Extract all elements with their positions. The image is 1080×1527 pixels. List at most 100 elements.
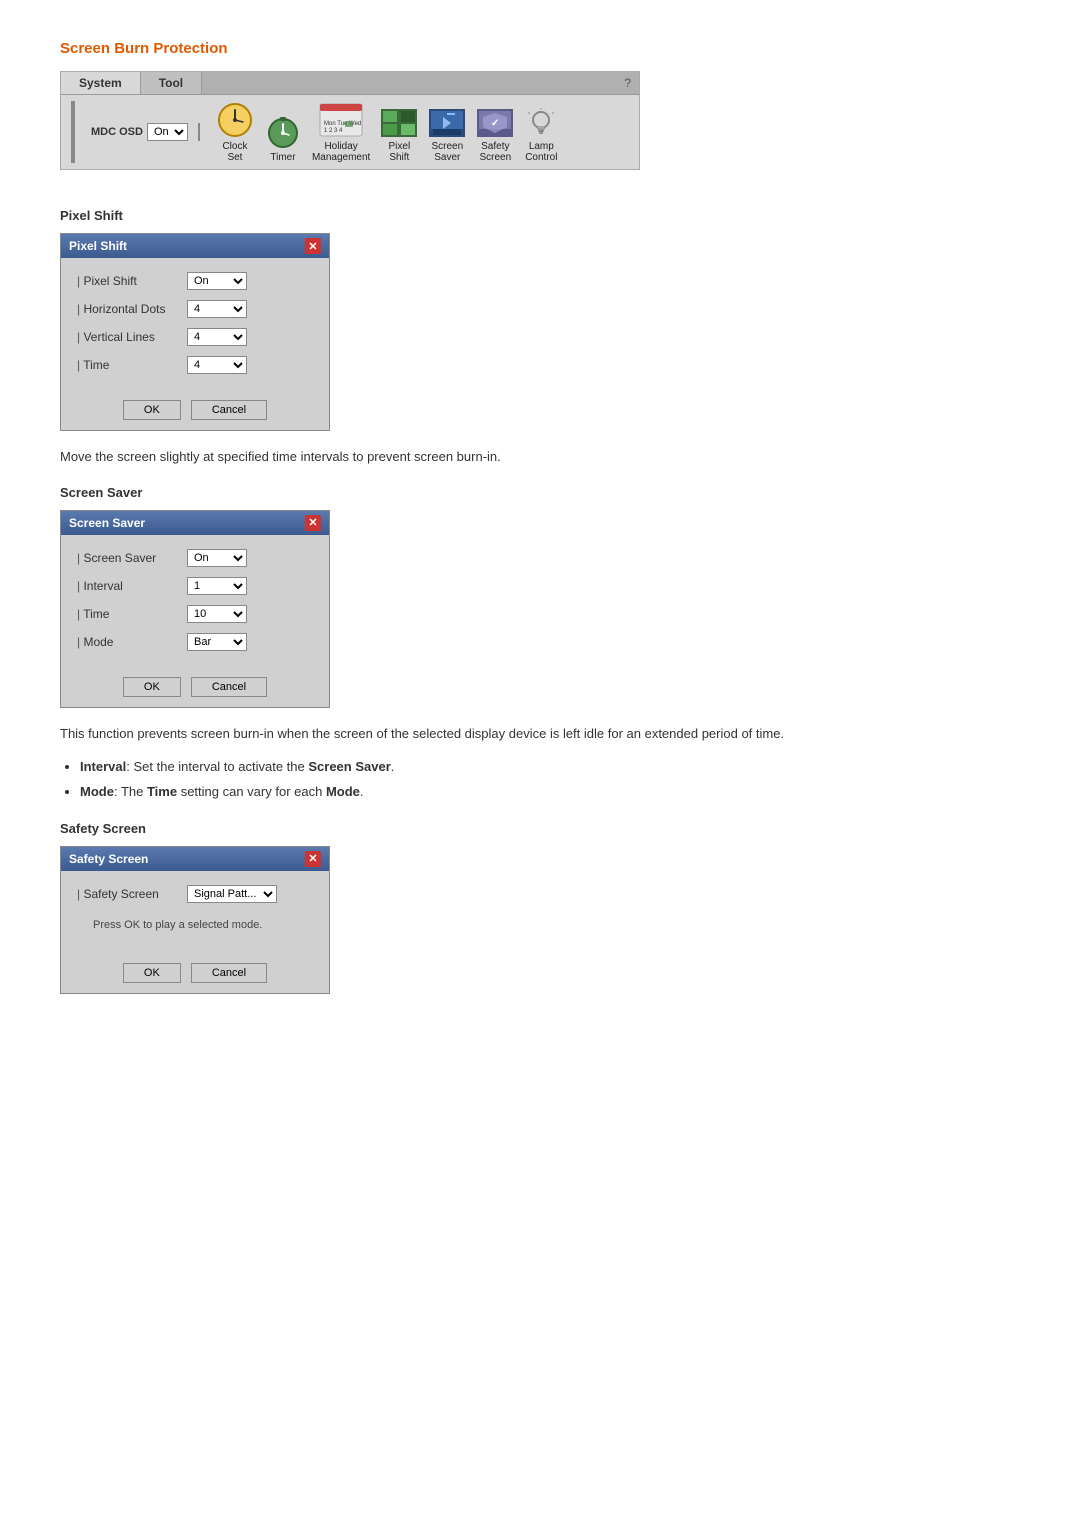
- pixel-shift-row-1: Horizontal Dots 4123: [77, 300, 313, 318]
- pixel-shift-select-2[interactable]: 4123: [187, 328, 247, 346]
- screen-saver-dialog-title: Screen Saver: [69, 516, 145, 530]
- pixel-shift-label-1: Horizontal Dots: [77, 302, 187, 316]
- screen-saver-bullet-0: Interval: Set the interval to activate t…: [80, 757, 1020, 778]
- toolbar-icon-safety-screen[interactable]: ✓ SafetyScreen: [476, 107, 514, 163]
- pixel-shift-dialog: Pixel Shift ✕ Pixel Shift OnOff Horizont…: [60, 233, 330, 431]
- mdc-osd-select[interactable]: On Off: [147, 123, 188, 141]
- svg-text:✓: ✓: [491, 118, 499, 129]
- safety-screen-label: SafetyScreen: [479, 141, 511, 163]
- screen-saver-label-0: Screen Saver: [77, 551, 187, 565]
- safety-screen-dialog-footer: OK Cancel: [61, 957, 329, 993]
- screen-saver-row-0: Screen Saver OnOff: [77, 549, 313, 567]
- toolbar-left-border: [71, 101, 75, 163]
- screen-saver-close-button[interactable]: ✕: [305, 515, 321, 531]
- bullet-1-bold: Time: [147, 784, 177, 799]
- screen-saver-cancel-button[interactable]: Cancel: [191, 677, 267, 697]
- pixel-shift-dialog-titlebar: Pixel Shift ✕: [61, 234, 329, 258]
- mdc-osd-label: MDC OSD: [91, 126, 143, 138]
- screen-saver-row-3: Mode BarEraserPixel: [77, 633, 313, 651]
- pixel-shift-row-3: Time 4123: [77, 356, 313, 374]
- screen-saver-dialog-titlebar: Screen Saver ✕: [61, 511, 329, 535]
- screen-saver-select-3[interactable]: BarEraserPixel: [187, 633, 247, 651]
- holiday-label: HolidayManagement: [312, 141, 370, 163]
- toolbar-icon-pixel-shift[interactable]: PixelShift: [380, 107, 418, 163]
- pixel-shift-label-3: Time: [77, 358, 187, 372]
- safety-screen-dialog: Safety Screen ✕ Safety Screen Signal Pat…: [60, 846, 330, 994]
- clock-set-label: ClockSet: [222, 141, 247, 163]
- pixel-shift-select-3[interactable]: 4123: [187, 356, 247, 374]
- timer-label: Timer: [270, 152, 295, 163]
- pixel-shift-description: Move the screen slightly at specified ti…: [60, 447, 1020, 467]
- screen-saver-row-2: Time 1051520: [77, 605, 313, 623]
- bullet-0-label: Interval: [80, 759, 126, 774]
- timer-icon: [264, 112, 302, 150]
- screen-saver-select-2[interactable]: 1051520: [187, 605, 247, 623]
- safety-screen-ok-button[interactable]: OK: [123, 963, 181, 983]
- toolbar-icon-clock-set[interactable]: ClockSet: [216, 101, 254, 163]
- toolbar-icon-screen-saver[interactable]: ScreenSaver: [428, 107, 466, 163]
- toolbar-panel: System Tool ? MDC OSD On Off: [60, 71, 640, 170]
- safety-screen-select-0[interactable]: Signal Patt... Scroll Pixel Bar: [187, 885, 277, 903]
- pixel-shift-ok-button[interactable]: OK: [123, 400, 181, 420]
- toolbar-icon-timer[interactable]: Timer: [264, 112, 302, 163]
- toolbar-body: MDC OSD On Off ClockSet: [61, 95, 639, 169]
- mdc-osd-group: MDC OSD On Off: [91, 123, 200, 141]
- toolbar-icon-holiday[interactable]: Mon Tue Wed 1 2 3 4 HolidayManagement: [312, 101, 370, 163]
- pixel-shift-close-button[interactable]: ✕: [305, 238, 321, 254]
- bullet-1-label: Mode: [80, 784, 114, 799]
- screen-saver-select-1[interactable]: 123: [187, 577, 247, 595]
- safety-screen-cancel-button[interactable]: Cancel: [191, 963, 267, 983]
- pixel-shift-row-2: Vertical Lines 4123: [77, 328, 313, 346]
- svg-text:Mon Tue Wed: Mon Tue Wed: [324, 121, 361, 127]
- pixel-shift-icon: [380, 107, 418, 139]
- toolbar-tabs-bar: System Tool ?: [61, 72, 639, 95]
- bullet-0-colon: : Set the interval to activate the: [126, 759, 308, 774]
- safety-screen-note: Press OK to play a selected mode.: [77, 919, 313, 941]
- pixel-shift-label-2: Vertical Lines: [77, 330, 187, 344]
- tab-tool[interactable]: Tool: [141, 72, 202, 94]
- tab-system[interactable]: System: [61, 72, 141, 94]
- bullet-1-bold2: Mode: [326, 784, 360, 799]
- safety-screen-close-button[interactable]: ✕: [305, 851, 321, 867]
- screen-saver-row-1: Interval 123: [77, 577, 313, 595]
- screen-saver-label-2: Time: [77, 607, 187, 621]
- safety-screen-label-0: Safety Screen: [77, 887, 187, 901]
- toolbar-icon-lamp-control[interactable]: LampControl: [524, 107, 558, 163]
- bullet-1-colon: : The: [114, 784, 147, 799]
- screen-saver-label-3: Mode: [77, 635, 187, 649]
- bullet-1-rest2: .: [360, 784, 364, 799]
- safety-screen-icon: ✓: [476, 107, 514, 139]
- pixel-shift-dialog-footer: OK Cancel: [61, 394, 329, 430]
- page-title: Screen Burn Protection: [60, 40, 1020, 57]
- screen-saver-description: This function prevents screen burn-in wh…: [60, 724, 1020, 744]
- toolbar-icons: ClockSet Timer: [216, 101, 558, 163]
- screen-saver-dialog: Screen Saver ✕ Screen Saver OnOff Interv…: [60, 510, 330, 708]
- clock-icon: [216, 101, 254, 139]
- lamp-control-icon: [524, 107, 558, 139]
- screen-saver-bullets: Interval: Set the interval to activate t…: [80, 757, 1020, 803]
- holiday-icon: Mon Tue Wed 1 2 3 4: [318, 101, 364, 139]
- safety-screen-dialog-title: Safety Screen: [69, 852, 148, 866]
- pixel-shift-dialog-body: Pixel Shift OnOff Horizontal Dots 4123 V…: [61, 258, 329, 394]
- screen-saver-ok-button[interactable]: OK: [123, 677, 181, 697]
- help-icon[interactable]: ?: [616, 72, 639, 94]
- screen-saver-label: ScreenSaver: [431, 141, 463, 163]
- safety-screen-row-0: Safety Screen Signal Patt... Scroll Pixe…: [77, 885, 313, 903]
- pixel-shift-select-1[interactable]: 4123: [187, 300, 247, 318]
- bullet-0-bold: Screen Saver: [308, 759, 390, 774]
- pixel-shift-section-title: Pixel Shift: [60, 208, 1020, 223]
- pixel-shift-select-0[interactable]: OnOff: [187, 272, 247, 290]
- screen-saver-bullet-1: Mode: The Time setting can vary for each…: [80, 782, 1020, 803]
- safety-screen-note-row: Press OK to play a selected mode.: [77, 913, 313, 947]
- pixel-shift-cancel-button[interactable]: Cancel: [191, 400, 267, 420]
- pixel-shift-dialog-title: Pixel Shift: [69, 239, 127, 253]
- bullet-0-rest: .: [391, 759, 395, 774]
- pixel-shift-label-0: Pixel Shift: [77, 274, 187, 288]
- bullet-1-rest: setting can vary for each: [177, 784, 326, 799]
- screen-saver-select-0[interactable]: OnOff: [187, 549, 247, 567]
- lamp-control-label: LampControl: [525, 141, 557, 163]
- safety-screen-section-title: Safety Screen: [60, 821, 1020, 836]
- screen-saver-icon: [428, 107, 466, 139]
- pixel-shift-row-0: Pixel Shift OnOff: [77, 272, 313, 290]
- screen-saver-dialog-footer: OK Cancel: [61, 671, 329, 707]
